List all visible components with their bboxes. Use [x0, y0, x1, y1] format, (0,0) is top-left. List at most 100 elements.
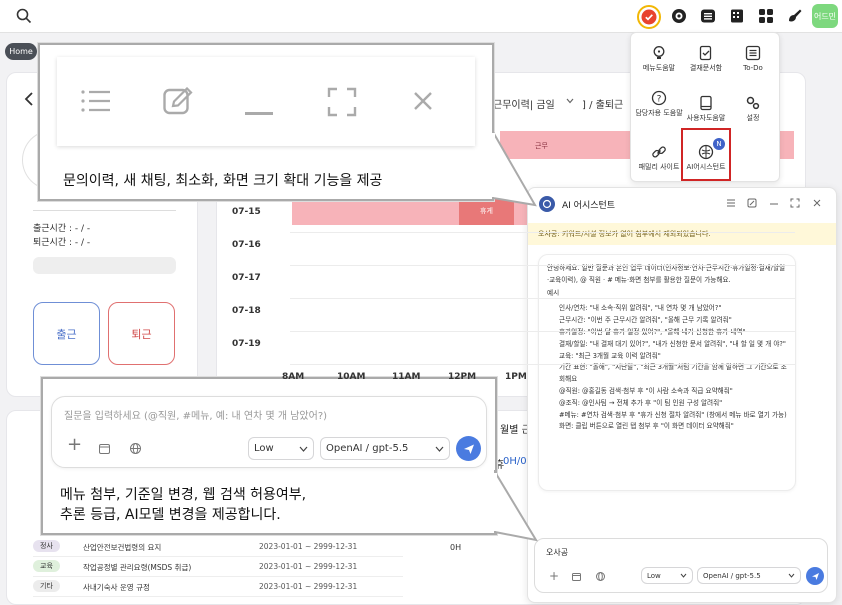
ai-assistant-panel: AI 어시스턴트 오사공: 키워드/시설 정보가 없어 첨부에서 제외되었습니다…	[527, 187, 837, 603]
table-row[interactable]: 정사 산업안전보건법령의 요지 2023-01-01 ~ 2999-12-31	[33, 537, 403, 557]
breadcrumb-home[interactable]: Home	[5, 43, 37, 60]
reasoning-value: Low	[647, 571, 661, 580]
attach-plus-icon[interactable]: +	[549, 570, 559, 582]
search-icon[interactable]	[15, 7, 33, 25]
zero-hours: 0H	[450, 543, 462, 552]
chevron-down-icon[interactable]	[566, 98, 574, 104]
menu-item-settings[interactable]: 설정	[728, 95, 778, 123]
globe-icon[interactable]	[596, 572, 605, 581]
hours-value: 0H/0	[503, 456, 527, 467]
timeline-date: 07-15	[232, 207, 261, 217]
reasoning-select[interactable]: Low	[641, 567, 693, 584]
menu-label: 패밀리 사이트	[638, 163, 680, 171]
divider	[33, 210, 176, 211]
history-filter[interactable]: 근무이력| 금일	[493, 96, 555, 111]
header-tools-preview	[57, 57, 475, 146]
menu-label: AI어시스턴트	[686, 163, 726, 171]
history-icon[interactable]	[81, 89, 111, 113]
timeline-date: 07-17	[232, 273, 261, 283]
menu-label: To-Do	[743, 64, 763, 72]
timeline-gridline	[290, 298, 795, 299]
example-line: 화면: 클립 버튼으로 열린 탭 첨부 후 "이 화면 데이터 요약해줘"	[559, 422, 734, 431]
model-select[interactable]: OpenAI / gpt-5.5	[697, 567, 801, 584]
document-title[interactable]: 사내기숙사 운영 규정	[83, 582, 150, 593]
assistant-message: 안녕하세요. 일반 질문과 본인 업무 데이터(인사정보·연차·근무시간·휴가일…	[538, 254, 796, 491]
status-bar	[33, 257, 176, 274]
chat-input[interactable]: 오사공	[546, 547, 568, 558]
menu-item-manager-help[interactable]: ? 담당자용 도움말	[634, 90, 684, 118]
model-select[interactable]: OpenAI / gpt-5.5	[320, 437, 450, 460]
time-axis-label: 10AM	[337, 372, 366, 382]
examples-list: 인사/연차: "내 소속·직위 알려줘", "내 연차 몇 개 남았어?" 근무시…	[547, 303, 787, 433]
document-list: 정사 산업안전보건법령의 요지 2023-01-01 ~ 2999-12-31 교육 작…	[33, 537, 403, 597]
book-icon	[698, 95, 714, 111]
example-line: #메뉴: #연차 검색·첨부 후 "휴가 신청 절차 알려줘" (창에서 메뉴 …	[559, 410, 787, 419]
clock-out-button[interactable]: 퇴근	[108, 302, 175, 365]
table-row[interactable]: 기타 사내기숙사 운영 규정 2023-01-01 ~ 2999-12-31	[33, 577, 403, 597]
example-line: 기간 표현: "올해", "지난달", "최근 3개월"처럼 기간을 함께 말하…	[559, 363, 787, 384]
clock-in-button[interactable]: 출근	[33, 302, 100, 365]
minimize-icon[interactable]	[769, 198, 779, 208]
back-chevron-icon[interactable]	[24, 92, 34, 106]
menu-item-approval[interactable]: 결재문서함	[681, 45, 731, 73]
expand-icon[interactable]	[327, 87, 357, 117]
callout2-line1: 메뉴 첨부, 기준일 변경, 웹 검색 허용여부,	[60, 487, 307, 503]
history-icon[interactable]	[726, 198, 736, 208]
warning-banner: 오사공: 키워드/시설 정보가 없어 첨부에서 제외되었습니다.	[528, 223, 836, 245]
link-icon	[651, 144, 667, 160]
document-period: 2023-01-01 ~ 2999-12-31	[259, 542, 358, 551]
expand-icon[interactable]	[790, 198, 800, 208]
reasoning-value: Low	[254, 443, 274, 454]
menu-item-todo[interactable]: To-Do	[728, 45, 778, 73]
brain-icon	[698, 144, 714, 160]
svg-text:?: ?	[657, 94, 662, 104]
document-title[interactable]: 작업공정별 관리요령(MSDS 취급)	[83, 562, 191, 573]
new-chat-icon[interactable]	[747, 198, 757, 208]
send-button[interactable]	[456, 436, 481, 461]
help-circle-icon: ?	[651, 90, 667, 106]
palette-icon[interactable]	[786, 7, 804, 25]
grid-icon[interactable]	[757, 7, 775, 25]
menu-item-user-help[interactable]: 사용자도움말	[681, 95, 731, 123]
menu-item-help[interactable]: 메뉴도움말	[634, 45, 684, 73]
notification-icon[interactable]	[637, 5, 661, 29]
calendar-icon[interactable]	[572, 572, 581, 581]
avatar[interactable]: 어드민	[812, 4, 838, 28]
example-line: 휴가일정: "이번 달 휴가 일정 있어?", "올해 내가 신청한 휴가 내역…	[559, 327, 787, 339]
table-row[interactable]: 교육 작업공정별 관리요령(MSDS 취급) 2023-01-01 ~ 2999-1…	[33, 557, 403, 577]
menu-label: 메뉴도움말	[642, 64, 676, 72]
calendar-icon[interactable]	[99, 443, 110, 454]
menu-label: 사용자도움말	[686, 114, 726, 122]
model-value: OpenAI / gpt-5.5	[703, 571, 761, 580]
timeline-gridline	[290, 232, 795, 233]
chevron-down-icon	[680, 573, 687, 578]
chevron-down-icon	[299, 446, 308, 452]
history-suffix: ] / 출퇴근	[582, 100, 624, 111]
model-value: OpenAI / gpt-5.5	[326, 443, 409, 454]
ai-composer: 오사공 + Low OpenAI / gpt-5.5	[534, 538, 828, 593]
composer-placeholder[interactable]: 질문을 입력하세요 (@직원, #메뉴, 예: 내 연차 몇 개 남았어?)	[64, 407, 327, 422]
minimize-icon[interactable]	[245, 112, 273, 115]
reasoning-select[interactable]: Low	[248, 437, 314, 460]
timeline-date: 07-19	[232, 339, 261, 349]
attach-plus-icon[interactable]: +	[67, 436, 82, 454]
new-chat-icon[interactable]	[163, 87, 193, 115]
menu-item-family-site[interactable]: 패밀리 사이트	[634, 144, 684, 172]
document-title[interactable]: 산업안전보건법령의 요지	[83, 542, 161, 553]
building-icon[interactable]	[728, 7, 746, 25]
globe-icon[interactable]	[130, 443, 141, 454]
timeline-date: 07-16	[232, 240, 261, 250]
menu-item-ai-assistant[interactable]: AI어시스턴트	[681, 144, 731, 172]
send-button[interactable]	[806, 567, 824, 585]
close-icon[interactable]	[812, 198, 822, 208]
callout2-text: 메뉴 첨부, 기준일 변경, 웹 검색 허용여부, 추론 등급, AI모델 변경…	[60, 485, 306, 525]
ai-logo-icon	[539, 196, 555, 212]
doc-check-icon	[698, 45, 714, 61]
timeline-gridline	[290, 265, 795, 266]
callout-composer-options: 질문을 입력하세요 (@직원, #메뉴, 예: 내 연차 몇 개 남았어?) +…	[41, 377, 497, 535]
list-icon[interactable]	[699, 7, 717, 25]
send-icon	[811, 572, 819, 580]
top-bar: 어드민	[0, 0, 842, 33]
target-icon[interactable]	[670, 7, 688, 25]
close-icon[interactable]	[413, 91, 433, 111]
